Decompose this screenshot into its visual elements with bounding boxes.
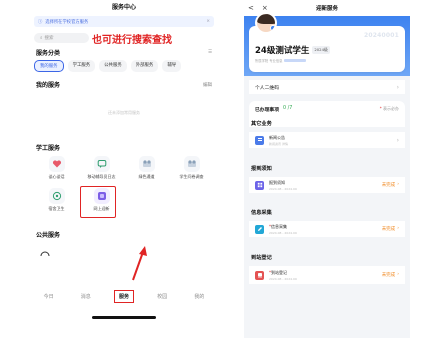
profile-card: 20240001 24级测试学生 2024级 所属学院 专业信息 (249, 12, 405, 72)
search-icon: ⌕ (40, 36, 43, 41)
tile-counselor-log[interactable]: 移动辅导员日志 (79, 156, 124, 188)
news-icon (255, 135, 264, 145)
service-item-name: 新闻公告 (269, 134, 285, 140)
service-item-name: *到站登记 (269, 269, 287, 275)
nav-title: 迎新服务 (315, 6, 338, 12)
service-item-name: *信息采集 (269, 223, 287, 229)
my-services-header: 我的服务 编辑 (30, 80, 218, 89)
public-partial-icon (30, 239, 218, 264)
student-meta: 所属学院 专业信息 (255, 58, 307, 63)
status-badge: 未完成 › (381, 272, 399, 278)
public-services-title: 公共服务 (36, 232, 61, 239)
page-title: 服务中心 (111, 4, 136, 11)
service-item-sub: 2024.08 - 2024.09 (269, 230, 297, 235)
tile-green-channel[interactable]: 绿色通道 (124, 156, 169, 188)
tile-label: 谈心谈话 (48, 174, 65, 179)
bottom-tabbar: 今日 消息 服务 校园 我的 (30, 287, 218, 305)
my-services-title: 我的服务 (36, 82, 61, 89)
nav-actions: < × (248, 4, 268, 12)
chip-external-services[interactable]: 外部服务 (130, 60, 159, 72)
public-services-header: 公共服务 (30, 230, 218, 239)
group-title: 到站登记 (251, 255, 272, 261)
group-title: 报到须知 (251, 166, 272, 172)
grid-icon (255, 180, 264, 190)
menu-icon[interactable]: ☰ (208, 50, 212, 55)
tab-campus[interactable]: 校园 (153, 291, 171, 302)
edit-button[interactable]: 编辑 (203, 82, 212, 88)
category-chips: 我的服务 学工服务 公共服务 外部服务 辅导 (30, 57, 218, 72)
heart-icon (48, 156, 65, 172)
edit-icon (255, 224, 264, 234)
student-name-row: 24级测试学生 2024级 (255, 44, 330, 56)
category-header: 服务分类 ☰ (30, 48, 218, 57)
tab-messages[interactable]: 消息 (77, 291, 95, 302)
chip-xg-services[interactable]: 学工服务 (67, 60, 96, 72)
status-badge: 未完成 › (381, 182, 399, 188)
close-icon[interactable]: × (262, 4, 268, 12)
avatar (255, 12, 277, 34)
grade-badge: 2024级 (312, 46, 330, 54)
todo-row: 已办理事项 0 /7 * 表示必办 (249, 101, 405, 127)
my-services-empty: 还未添加常用服务 (108, 110, 140, 115)
chip-counsel[interactable]: 辅导 (162, 60, 182, 72)
service-item-sub: 2024.08 - 2024.09 (269, 276, 297, 281)
home-indicator (92, 316, 156, 319)
tile-label: 绿色通道 (138, 174, 155, 179)
close-icon[interactable]: × (206, 19, 210, 24)
xg-services-header: 学工服务 (30, 143, 218, 152)
tab-today[interactable]: 今日 (40, 291, 58, 302)
chip-my-services[interactable]: 我的服务 (34, 60, 64, 72)
chevron-right-icon: › (396, 83, 399, 91)
search-placeholder: 搜索 (44, 36, 54, 41)
station-icon (255, 270, 264, 280)
service-item-news[interactable]: 新闻公告 新闻资讯 详情 › (249, 132, 405, 148)
verified-icon (270, 25, 275, 31)
service-item-notice[interactable]: 报到须知 2024.08 - 2024.09 未完成 › (249, 177, 405, 193)
info-icon: ⓘ (38, 19, 43, 25)
tile-survey[interactable]: 学生问卷调查 (169, 156, 214, 188)
highlight-box (80, 186, 116, 218)
service-item-name: 报到须知 (269, 179, 285, 185)
service-item-info-collect[interactable]: *信息采集 2024.08 - 2024.09 未完成 › (249, 221, 405, 237)
service-item-arrival[interactable]: *到站登记 2024.08 - 2024.09 未完成 › (249, 266, 405, 284)
tile-dorm-hygiene[interactable]: 宿舍卫生 (34, 188, 79, 220)
todo-label: 已办理事项 (255, 108, 279, 113)
path-icon (138, 156, 155, 172)
home-icon (48, 188, 65, 204)
student-id: 20240001 (364, 32, 399, 39)
todo-count: 0 /7 (283, 106, 293, 111)
group-title: 其它业务 (251, 121, 272, 127)
annotation-arrow (132, 246, 147, 281)
qr-label: 个人二维码 (255, 85, 279, 91)
notice-text: 选择所在学校官方服务 (45, 19, 89, 25)
required-hint: * 表示必办 (379, 106, 399, 111)
category-title: 服务分类 (36, 50, 61, 57)
service-item-sub: 2024.08 - 2024.09 (269, 186, 297, 191)
tile-label: 学生问卷调查 (179, 174, 204, 179)
tab-mine[interactable]: 我的 (190, 291, 208, 302)
welcome-service-screen: < × 迎新服务 20240001 24级测试学生 2024级 所属学院 专业信… (244, 0, 410, 338)
tab-services[interactable]: 服务 (113, 289, 134, 303)
back-icon[interactable]: < (248, 4, 254, 12)
xg-services-title: 学工服务 (36, 145, 61, 152)
group-title: 信息采集 (251, 210, 272, 216)
status-badge: 未完成 › (381, 226, 399, 232)
chat-icon (93, 156, 110, 172)
chip-public-services[interactable]: 公共服务 (99, 60, 127, 72)
search-row: ⌕ 搜索 也可进行搜索查找 (30, 30, 218, 46)
tile-online-welcome[interactable]: 网上迎新 (79, 186, 124, 220)
notice-banner[interactable]: ⓘ 选择所在学校官方服务 × (34, 16, 214, 27)
student-name: 24级测试学生 (255, 46, 310, 56)
search-input[interactable]: ⌕ 搜索 (34, 33, 89, 43)
search-annotation: 也可进行搜索查找 (92, 35, 172, 46)
chevron-right-icon: › (396, 136, 399, 144)
tile-label: 移动辅导员日志 (87, 174, 116, 179)
qr-code-row[interactable]: 个人二维码 › (249, 80, 405, 94)
tile-heart-talk[interactable]: 谈心谈话 (34, 156, 79, 188)
service-item-sub: 新闻资讯 详情 (269, 141, 288, 146)
survey-icon (183, 156, 200, 172)
service-center-screen: 服务中心 ⓘ 选择所在学校官方服务 × ⌕ 搜索 也可进行搜索查找 服务分类 ☰… (30, 0, 218, 338)
xg-services-grid: 谈心谈话 移动辅导员日志 绿色通道 学生问卷调查 宿舍卫生 网上迎新 (30, 152, 218, 220)
tile-label: 宿舍卫生 (48, 206, 65, 211)
